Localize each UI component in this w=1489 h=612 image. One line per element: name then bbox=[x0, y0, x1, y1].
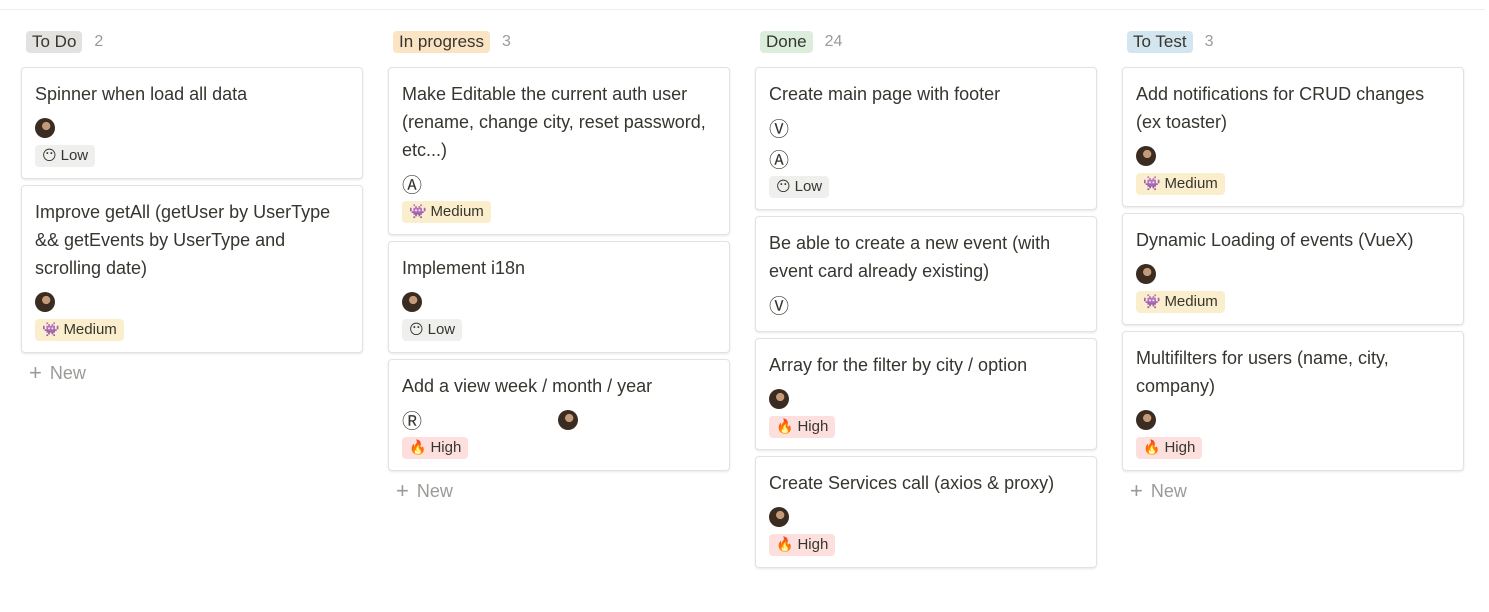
board-column-in-progress: In progress 3 Make Editable the current … bbox=[388, 30, 730, 505]
status-tag[interactable]: To Test bbox=[1127, 31, 1193, 53]
board-card[interactable]: Be able to create a new event (with even… bbox=[755, 216, 1097, 332]
neutral-face-emoji-icon: 😶 bbox=[409, 322, 424, 338]
board-card[interactable]: Create main page with footer Ⓥ Ⓐ 😶 Low bbox=[755, 67, 1097, 210]
circled-letter-v-icon: Ⓥ bbox=[769, 294, 789, 318]
status-tag[interactable]: In progress bbox=[393, 31, 491, 53]
priority-badge: 😶 Low bbox=[769, 176, 830, 198]
column-header: Done 24 bbox=[760, 30, 1097, 54]
card-title: Be able to create a new event (with even… bbox=[769, 233, 1051, 281]
board-card[interactable]: Add notifications for CRUD changes (ex t… bbox=[1122, 67, 1464, 207]
card-title: Add a view week / month / year bbox=[402, 376, 653, 396]
card-title: Array for the filter by city / option bbox=[769, 355, 1028, 375]
card-count: 2 bbox=[94, 33, 104, 50]
fire-emoji-icon: 🔥 bbox=[776, 537, 794, 553]
priority-badge: 🔥 High bbox=[769, 534, 836, 556]
assignee-avatar bbox=[558, 409, 578, 430]
new-card-button[interactable]: + New bbox=[29, 359, 363, 387]
column-header: To Test 3 bbox=[1127, 30, 1464, 54]
assignee-avatar bbox=[1136, 145, 1156, 166]
board-column-to-test: To Test 3 Add notifications for CRUD cha… bbox=[1122, 30, 1464, 505]
assignee-avatar bbox=[1136, 263, 1156, 284]
card-title: Spinner when load all data bbox=[35, 84, 248, 104]
card-title: Implement i18n bbox=[402, 258, 526, 278]
board-column-todo: To Do 2 Spinner when load all data 😶 Low … bbox=[21, 30, 363, 387]
plus-icon: + bbox=[1130, 478, 1143, 503]
neutral-face-emoji-icon: 😶 bbox=[776, 179, 791, 195]
card-title: Dynamic Loading of events (VueX) bbox=[1136, 230, 1414, 250]
assignee-avatar bbox=[402, 291, 422, 312]
plus-icon: + bbox=[29, 360, 42, 385]
assignee-avatar bbox=[1136, 409, 1156, 430]
card-count: 3 bbox=[502, 33, 511, 50]
board-card[interactable]: Dynamic Loading of events (VueX) 👾 Medium bbox=[1122, 213, 1464, 325]
neutral-face-emoji-icon: 😶 bbox=[42, 148, 57, 164]
fire-emoji-icon: 🔥 bbox=[409, 440, 427, 456]
board-card[interactable]: Create Services call (axios & proxy) 🔥 Hi… bbox=[755, 456, 1097, 568]
card-count: 24 bbox=[824, 33, 843, 50]
alien-monster-emoji-icon: 👾 bbox=[42, 322, 60, 338]
new-card-button[interactable]: + New bbox=[1130, 477, 1464, 505]
priority-badge: 🔥 High bbox=[402, 437, 469, 459]
circled-letter-r-icon: Ⓡ bbox=[402, 409, 422, 433]
board-card[interactable]: Array for the filter by city / option 🔥 H… bbox=[755, 338, 1097, 450]
new-card-label: New bbox=[416, 480, 453, 501]
priority-badge: 👾 Medium bbox=[35, 319, 124, 341]
column-header: In progress 3 bbox=[393, 30, 730, 54]
new-card-button[interactable]: + New bbox=[396, 477, 730, 505]
assignee-avatar bbox=[35, 117, 55, 138]
circled-letter-v-icon: Ⓥ bbox=[769, 117, 789, 141]
card-title: Create Services call (axios & proxy) bbox=[769, 473, 1055, 493]
priority-badge: 🔥 High bbox=[769, 416, 836, 438]
board-card[interactable]: Make Editable the current auth user (ren… bbox=[388, 67, 730, 235]
card-title: Multifilters for users (name, city, comp… bbox=[1136, 348, 1389, 396]
priority-badge: 👾 Medium bbox=[402, 201, 491, 223]
board-top-divider bbox=[0, 9, 1485, 10]
priority-badge: 🔥 High bbox=[1136, 437, 1203, 459]
circled-letter-a-icon: Ⓐ bbox=[402, 173, 422, 197]
priority-badge: 😶 Low bbox=[35, 145, 96, 167]
board-card[interactable]: Multifilters for users (name, city, comp… bbox=[1122, 331, 1464, 471]
plus-icon: + bbox=[396, 478, 409, 503]
board-column-done: Done 24 Create main page with footer Ⓥ Ⓐ… bbox=[755, 30, 1097, 574]
status-tag[interactable]: To Do bbox=[26, 31, 83, 53]
board-card[interactable]: Implement i18n 😶 Low bbox=[388, 241, 730, 353]
board-card[interactable]: Add a view week / month / year Ⓡ 🔥 High bbox=[388, 359, 730, 471]
assignee-avatar bbox=[769, 388, 789, 409]
new-card-label: New bbox=[1150, 480, 1187, 501]
priority-badge: 😶 Low bbox=[402, 319, 463, 341]
column-header: To Do 2 bbox=[26, 30, 363, 54]
board-card[interactable]: Improve getAll (getUser by UserType && g… bbox=[21, 185, 363, 353]
alien-monster-emoji-icon: 👾 bbox=[1143, 294, 1161, 310]
board-card[interactable]: Spinner when load all data 😶 Low bbox=[21, 67, 363, 179]
alien-monster-emoji-icon: 👾 bbox=[409, 204, 427, 220]
status-tag[interactable]: Done bbox=[760, 31, 813, 53]
assignee-avatar bbox=[35, 291, 55, 312]
card-count: 3 bbox=[1204, 33, 1214, 50]
card-title: Improve getAll (getUser by UserType && g… bbox=[35, 202, 331, 278]
alien-monster-emoji-icon: 👾 bbox=[1143, 176, 1161, 192]
fire-emoji-icon: 🔥 bbox=[776, 419, 794, 435]
new-card-label: New bbox=[49, 362, 86, 383]
card-title: Add notifications for CRUD changes (ex t… bbox=[1136, 84, 1425, 132]
card-title: Create main page with footer bbox=[769, 84, 1001, 104]
priority-badge: 👾 Medium bbox=[1136, 291, 1225, 313]
fire-emoji-icon: 🔥 bbox=[1143, 440, 1161, 456]
card-title: Make Editable the current auth user (ren… bbox=[402, 84, 706, 160]
assignee-avatar bbox=[769, 506, 789, 527]
circled-letter-a-icon: Ⓐ bbox=[769, 148, 789, 172]
priority-badge: 👾 Medium bbox=[1136, 173, 1225, 195]
